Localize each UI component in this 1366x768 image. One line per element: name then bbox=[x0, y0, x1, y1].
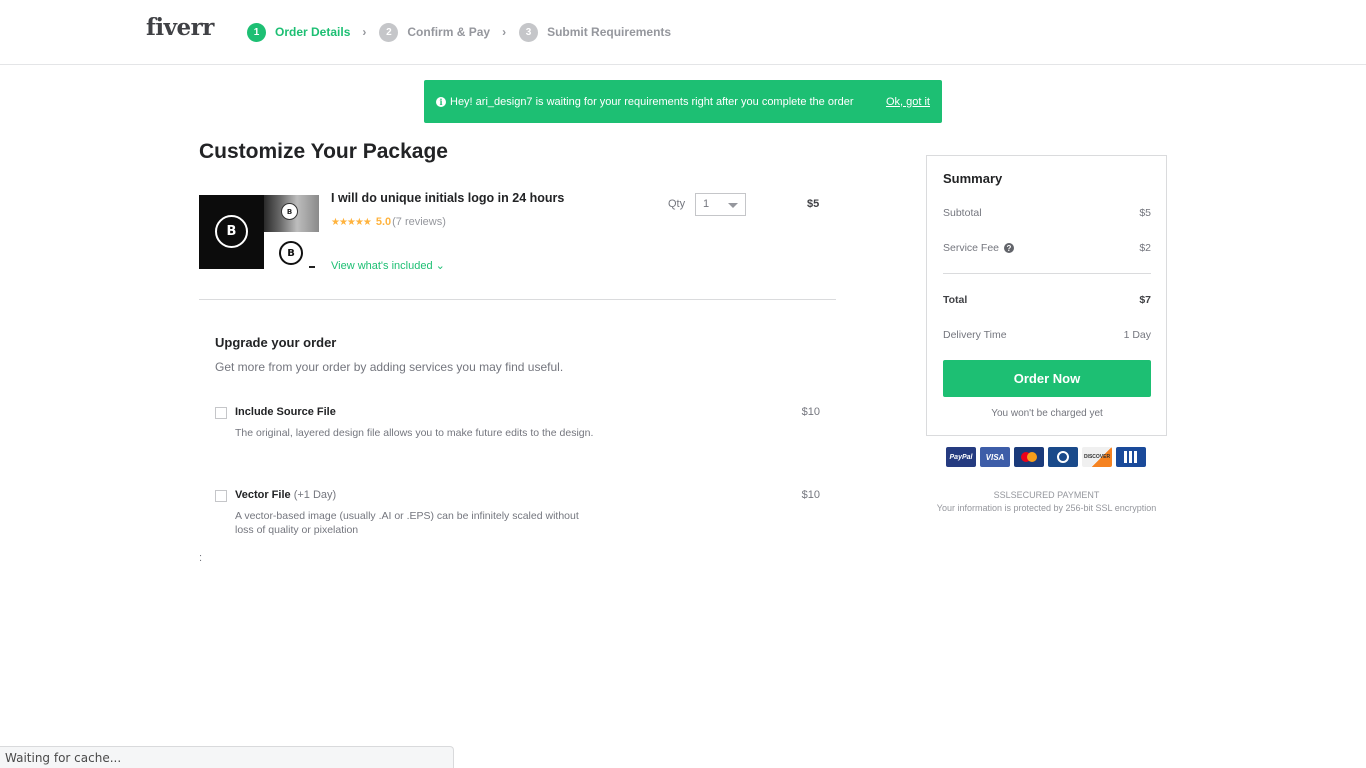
discover-icon: DISCOVER bbox=[1082, 447, 1112, 467]
ssl-description: Your information is protected by 256-bit… bbox=[936, 503, 1157, 513]
upgrade-title: Upgrade your order bbox=[215, 335, 337, 350]
dismiss-banner-link[interactable]: Ok, got it bbox=[886, 96, 930, 108]
extra-description: A vector-based image (usually .AI or .EP… bbox=[235, 510, 579, 536]
quantity-select[interactable]: 1 bbox=[695, 193, 746, 216]
rating-score: 5.0 bbox=[375, 216, 392, 228]
gig-thumbnail: B B B bbox=[199, 195, 319, 269]
quantity-value: 1 bbox=[703, 198, 710, 210]
gig-rating: ★★★★★ 5.0 (7 reviews) bbox=[331, 216, 446, 228]
chevron-right-icon: › bbox=[502, 25, 507, 39]
service-fee-label: Service Fee ? bbox=[943, 242, 1014, 254]
stray-text: : bbox=[199, 552, 203, 564]
step-label: Confirm & Pay bbox=[407, 25, 491, 39]
page-title: Customize Your Package bbox=[199, 140, 448, 163]
step-confirm-pay: 2 Confirm & Pay bbox=[379, 22, 491, 42]
step-number: 2 bbox=[379, 22, 399, 42]
vector-file-checkbox[interactable] bbox=[215, 490, 227, 502]
extra-note: (+1 Day) bbox=[290, 489, 337, 501]
step-order-details: 1 Order Details bbox=[247, 22, 351, 42]
total-label: Total bbox=[943, 294, 968, 306]
help-icon[interactable]: ? bbox=[1003, 243, 1014, 254]
total-row: Total $7 bbox=[943, 294, 1151, 306]
order-now-button[interactable]: Order Now bbox=[943, 360, 1151, 397]
extra-name[interactable]: Vector File (+1 Day) bbox=[235, 489, 336, 501]
total-value: $7 bbox=[1139, 294, 1151, 306]
ssl-title: SSLSECURED PAYMENT bbox=[993, 490, 1100, 500]
monogram-logo-icon: B bbox=[215, 215, 248, 248]
visa-icon: VISA bbox=[980, 447, 1010, 467]
delivery-value: 1 Day bbox=[1123, 329, 1151, 341]
subtotal-value: $5 bbox=[1139, 207, 1151, 219]
gig-title[interactable]: I will do unique initials logo in 24 hou… bbox=[331, 191, 564, 205]
view-included-toggle[interactable]: View what's included ⌄ bbox=[331, 259, 445, 272]
order-summary: Summary Subtotal $5 Service Fee ? $2 Tot… bbox=[926, 155, 1167, 436]
caret-down-icon bbox=[728, 203, 738, 208]
subtotal-row: Subtotal $5 bbox=[943, 207, 1151, 219]
subtotal-label: Subtotal bbox=[943, 207, 982, 219]
extra-price: $10 bbox=[801, 406, 820, 418]
summary-title: Summary bbox=[943, 171, 1003, 186]
step-label: Order Details bbox=[275, 25, 351, 39]
monogram-logo-icon: B bbox=[281, 203, 298, 220]
delivery-label: Delivery Time bbox=[943, 329, 1007, 341]
not-charged-note: You won't be charged yet bbox=[991, 408, 1103, 419]
star-rating-icon: ★★★★★ bbox=[331, 216, 372, 228]
source-file-checkbox[interactable] bbox=[215, 407, 227, 419]
monogram-logo-icon: B bbox=[279, 241, 303, 265]
step-number: 1 bbox=[247, 22, 266, 42]
upgrade-subtitle: Get more from your order by adding servi… bbox=[215, 360, 564, 374]
service-fee-value: $2 bbox=[1139, 242, 1151, 254]
extra-description: The original, layered design file allows… bbox=[235, 427, 594, 439]
seller-waiting-banner: i Hey! ari_design7 is waiting for your r… bbox=[424, 80, 942, 123]
service-fee-row: Service Fee ? $2 bbox=[943, 242, 1151, 254]
delivery-row: Delivery Time 1 Day bbox=[943, 329, 1151, 341]
checkout-steps: 1 Order Details › 2 Confirm & Pay › 3 Su… bbox=[247, 22, 671, 42]
step-label: Submit Requirements bbox=[547, 25, 672, 39]
summary-divider bbox=[943, 273, 1151, 274]
extra-name[interactable]: Include Source File bbox=[235, 406, 336, 418]
top-header: fiverr 1 Order Details › 2 Confirm & Pay… bbox=[0, 0, 1366, 65]
browser-status-bar: Waiting for cache... bbox=[0, 746, 454, 768]
jcb-icon bbox=[1116, 447, 1146, 467]
diners-club-icon bbox=[1048, 447, 1078, 467]
section-divider bbox=[199, 299, 836, 300]
banner-message: Hey! ari_design7 is waiting for your req… bbox=[450, 95, 854, 108]
step-submit-requirements: 3 Submit Requirements bbox=[519, 22, 672, 42]
payment-methods: PayPal VISA DISCOVER bbox=[946, 447, 1146, 467]
info-icon: i bbox=[436, 96, 446, 107]
chevron-right-icon: › bbox=[362, 25, 367, 39]
fiverr-logo[interactable]: fiverr bbox=[146, 14, 214, 41]
qty-label: Qty bbox=[668, 198, 686, 210]
gig-price: $5 bbox=[807, 198, 820, 210]
decorative-dash bbox=[309, 266, 315, 268]
review-count: (7 reviews) bbox=[392, 216, 446, 228]
extra-price: $10 bbox=[801, 489, 820, 501]
step-number: 3 bbox=[519, 22, 539, 42]
maestro-icon bbox=[1014, 447, 1044, 467]
paypal-icon: PayPal bbox=[946, 447, 976, 467]
